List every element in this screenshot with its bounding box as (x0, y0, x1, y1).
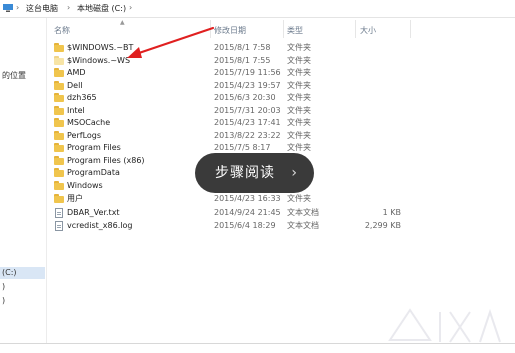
column-divider[interactable] (283, 20, 284, 38)
file-name: MSOCache (67, 118, 111, 127)
file-name: PerfLogs (67, 130, 102, 140)
column-header-date[interactable]: 修改日期 (214, 25, 246, 36)
file-row[interactable]: MSOCache 2015/4/23 17:41 文件夹 (50, 117, 410, 129)
file-name: $WINDOWS.~BT (67, 43, 134, 52)
file-name: AMD (67, 68, 86, 77)
file-date: 2015/8/1 7:55 (214, 55, 271, 65)
nav-item-drive[interactable]: ) (2, 282, 5, 291)
file-date: 2015/4/23 17:41 (214, 118, 281, 127)
file-row[interactable]: vcredist_x86.log 2015/6/4 18:29 文本文档 2,2… (50, 220, 410, 232)
folder-icon (54, 143, 64, 152)
file-name: Windows (67, 180, 103, 190)
nav-item-locations[interactable]: 的位置 (2, 70, 26, 81)
file-name: dzh365 (67, 93, 97, 102)
file-type: 文件夹 (287, 118, 311, 127)
file-row[interactable]: $WINDOWS.~BT 2015/8/1 7:58 文件夹 (50, 42, 410, 54)
folder-icon (54, 43, 64, 52)
folder-icon (54, 80, 64, 90)
breadcrumb-separator: › (129, 3, 133, 12)
folder-icon (54, 68, 64, 77)
file-date: 2015/4/23 16:33 (214, 194, 281, 203)
file-type: 文件夹 (287, 43, 311, 52)
column-divider[interactable] (410, 20, 411, 38)
file-size: 2,299 KB (364, 221, 401, 230)
step-reading-label: 步骤阅读 (215, 165, 275, 181)
file-row[interactable]: Intel 2015/7/31 20:03 文件夹 (50, 105, 410, 117)
file-name: Dell (67, 80, 83, 90)
file-name: 用户 (67, 194, 83, 203)
file-name: vcredist_x86.log (67, 221, 133, 230)
explorer-window: › 这台电脑 › 本地磁盘 (C:) › 的位置 (C:) ) ) ▲ 名称 修… (0, 0, 515, 353)
file-date: 2015/7/31 20:03 (214, 105, 281, 115)
sort-up-icon: ▲ (120, 19, 125, 26)
folder-icon (54, 93, 64, 102)
file-date: 2015/6/4 18:29 (214, 221, 276, 230)
file-type: 文件夹 (287, 55, 311, 65)
file-date: 2015/7/19 11:56 (214, 68, 281, 77)
file-type: 文件夹 (287, 105, 311, 115)
column-header-size[interactable]: 大小 (360, 25, 376, 36)
nav-item-local-disk-c[interactable]: (C:) (0, 267, 45, 279)
file-size: 1 KB (382, 207, 401, 217)
folder-icon (54, 130, 64, 140)
file-row[interactable]: PerfLogs 2013/8/22 23:22 文件夹 (50, 130, 410, 142)
breadcrumb-separator: › (16, 3, 20, 12)
file-name: Program Files (67, 143, 121, 152)
file-type: 文本文档 (287, 207, 319, 217)
file-name: ProgramData (67, 168, 120, 177)
step-reading-button[interactable]: 步骤阅读 › (195, 153, 314, 193)
file-name: $Windows.~WS (67, 55, 131, 65)
text-file-icon (54, 207, 64, 218)
column-divider[interactable] (210, 20, 211, 38)
file-date: 2015/6/3 20:30 (214, 93, 276, 102)
chevron-right-icon: › (291, 165, 298, 181)
file-type: 文本文档 (287, 221, 319, 230)
file-type: 文件夹 (287, 68, 311, 77)
folder-icon (54, 105, 64, 115)
file-type: 文件夹 (287, 80, 311, 90)
window-bottom-border (0, 343, 515, 344)
file-date: 2014/9/24 21:45 (214, 207, 281, 217)
hidden-folder-icon (54, 55, 64, 65)
nav-item-drive[interactable]: ) (2, 296, 5, 305)
address-bar[interactable]: › 这台电脑 › 本地磁盘 (C:) › (0, 0, 515, 18)
file-name: Program Files (x86) (67, 155, 145, 165)
folder-icon (54, 194, 64, 203)
folder-icon (54, 180, 64, 190)
folder-icon (54, 118, 64, 127)
breadcrumb-local-disk-c[interactable]: 本地磁盘 (C:) (77, 3, 126, 14)
file-name: DBAR_Ver.txt (67, 207, 120, 217)
file-row[interactable]: AMD 2015/7/19 11:56 文件夹 (50, 67, 410, 79)
file-date: 2015/4/23 19:57 (214, 80, 281, 90)
file-row[interactable]: DBAR_Ver.txt 2014/9/24 21:45 文本文档 1 KB (50, 207, 410, 219)
column-header-name[interactable]: 名称 (54, 25, 70, 36)
file-type: 文件夹 (287, 194, 311, 203)
file-type: 文件夹 (287, 93, 311, 102)
text-file-icon (54, 221, 64, 231)
file-date: 2013/8/22 23:22 (214, 130, 281, 140)
file-type: 文件夹 (287, 130, 311, 140)
column-divider[interactable] (355, 20, 356, 38)
file-row[interactable]: 用户 2015/4/23 16:33 文件夹 (50, 193, 410, 205)
folder-icon (54, 168, 64, 177)
computer-icon (3, 4, 13, 12)
folder-icon (54, 155, 64, 165)
navigation-pane: 的位置 (C:) ) ) (0, 18, 47, 343)
file-row[interactable]: Dell 2015/4/23 19:57 文件夹 (50, 80, 410, 92)
breadcrumb-this-pc[interactable]: 这台电脑 (26, 3, 58, 14)
file-name: Intel (67, 105, 85, 115)
file-date: 2015/8/1 7:58 (214, 43, 271, 52)
file-row[interactable]: dzh365 2015/6/3 20:30 文件夹 (50, 92, 410, 104)
column-header-type[interactable]: 类型 (287, 25, 303, 36)
breadcrumb-separator: › (67, 3, 71, 12)
file-row[interactable]: $Windows.~WS 2015/8/1 7:55 文件夹 (50, 55, 410, 67)
